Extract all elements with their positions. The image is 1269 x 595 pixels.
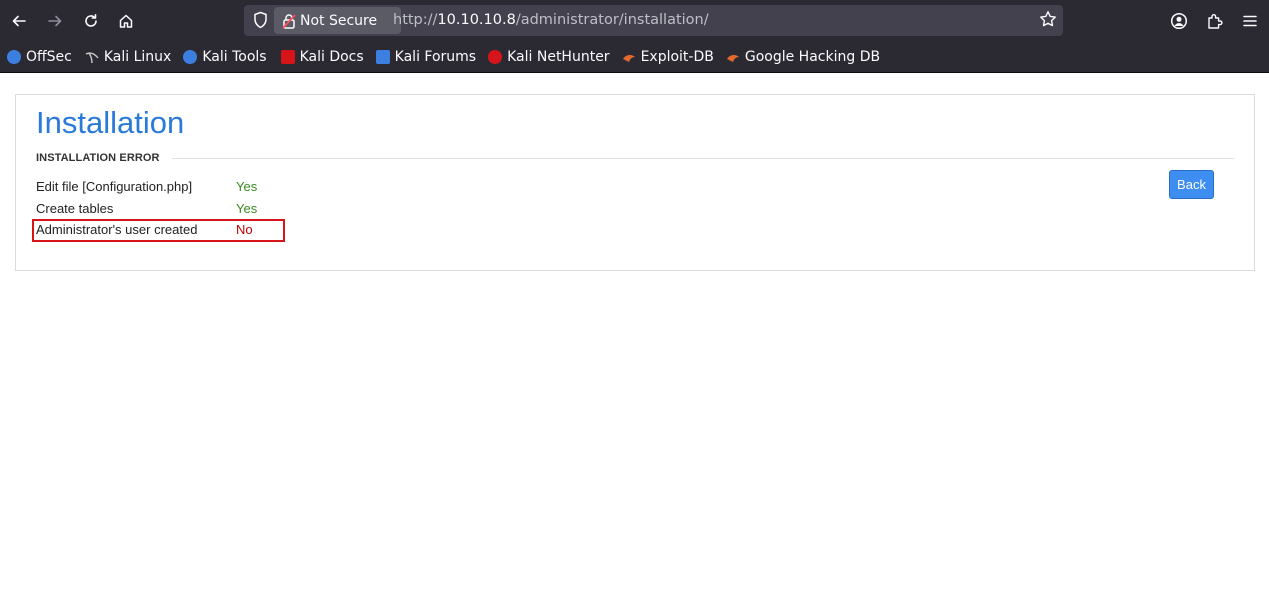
bookmark-ghdb[interactable]: Google Hacking DB <box>726 49 880 65</box>
menu-button[interactable] <box>1236 7 1264 35</box>
bookmark-label: Kali Forums <box>394 49 477 65</box>
url-prefix: http:// <box>393 12 438 28</box>
url-text[interactable]: http://10.10.10.8/administrator/installa… <box>393 12 709 28</box>
not-secure-label: Not Secure <box>300 12 378 29</box>
status-row-label: Edit file [Configuration.php] <box>36 179 193 194</box>
status-row-value: Yes <box>236 179 258 194</box>
bookmark-label: Kali Docs <box>299 49 364 65</box>
bookmarks-bar: OffSec Kali Linux Kali Tools Kali Docs K… <box>0 42 1269 73</box>
puzzle-icon <box>1208 14 1223 29</box>
bookmark-kali-nethunter[interactable]: Kali NetHunter <box>488 49 610 65</box>
kali-tools-icon <box>183 50 198 64</box>
bookmark-label: Kali Tools <box>202 49 267 65</box>
bookmark-kali-linux[interactable]: Kali Linux <box>85 49 171 65</box>
status-row-config: Edit file [Configuration.php] Yes <box>36 179 257 194</box>
bookmark-label: Exploit-DB <box>640 49 714 65</box>
status-row-label: Create tables <box>36 201 114 216</box>
ghdb-icon <box>726 50 740 64</box>
url-host: 10.10.10.8 <box>437 12 516 28</box>
account-icon <box>1170 12 1188 30</box>
bookmark-label: Google Hacking DB <box>744 49 881 65</box>
account-button[interactable] <box>1165 7 1193 35</box>
error-highlight-box <box>32 219 285 242</box>
status-row-tables: Create tables Yes <box>36 201 257 216</box>
kali-dragon-icon <box>85 50 99 64</box>
home-button[interactable] <box>112 7 140 35</box>
offsec-icon <box>7 50 21 64</box>
kali-forums-icon <box>375 50 390 64</box>
extensions-button[interactable] <box>1201 7 1229 35</box>
bookmark-label: OffSec <box>26 49 72 65</box>
status-row-value: Yes <box>236 201 258 216</box>
reload-icon <box>85 14 97 27</box>
shield-icon[interactable] <box>252 11 269 29</box>
bookmark-label: Kali NetHunter <box>507 49 610 65</box>
star-icon[interactable] <box>1039 10 1057 28</box>
forward-nav-button[interactable] <box>41 7 69 35</box>
arrow-right-icon <box>48 15 62 27</box>
bookmark-kali-tools[interactable]: Kali Tools <box>183 49 267 65</box>
bookmark-label: Kali Linux <box>103 49 172 65</box>
not-secure-badge[interactable]: Not Secure <box>274 7 401 34</box>
exploit-db-icon <box>622 50 636 64</box>
bookmark-kali-forums[interactable]: Kali Forums <box>375 49 477 65</box>
kali-nethunter-icon <box>488 50 503 64</box>
page-title: Installation <box>36 105 185 140</box>
bookmark-kali-docs[interactable]: Kali Docs <box>280 49 364 65</box>
back-button[interactable]: Back <box>1169 170 1214 199</box>
bookmark-offsec[interactable]: OffSec <box>7 49 72 65</box>
hamburger-menu-icon <box>1243 15 1257 27</box>
url-path: /administrator/installation/ <box>515 12 709 28</box>
kali-docs-icon <box>280 50 295 64</box>
browser-toolbar: Not Secure http://10.10.10.8/administrat… <box>0 0 1269 42</box>
insecure-lock-icon <box>282 13 296 29</box>
section-divider <box>172 158 1234 159</box>
reload-button[interactable] <box>77 7 105 35</box>
installation-panel: Installation INSTALLATION ERROR Edit fil… <box>15 94 1255 271</box>
section-label: INSTALLATION ERROR <box>36 152 160 164</box>
home-icon <box>119 14 133 28</box>
back-nav-button[interactable] <box>5 7 33 35</box>
bookmark-exploit-db[interactable]: Exploit-DB <box>622 49 714 65</box>
url-bar[interactable]: Not Secure http://10.10.10.8/administrat… <box>244 5 1063 36</box>
arrow-left-icon <box>12 15 26 27</box>
